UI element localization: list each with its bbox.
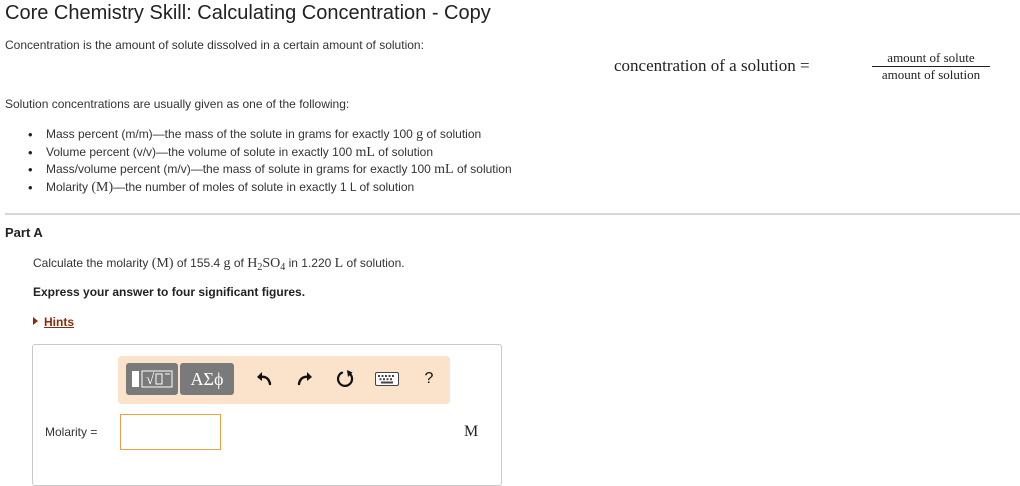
formula-denominator: amount of solution — [881, 67, 981, 82]
undo-button[interactable] — [251, 366, 277, 392]
undo-icon — [257, 372, 272, 386]
list-item: Mass/volume percent (m/v)—the mass of so… — [28, 161, 512, 179]
hints-link[interactable]: Hints — [44, 315, 74, 329]
reset-button[interactable] — [333, 366, 359, 392]
intro-text: Concentration is the amount of solute di… — [5, 38, 424, 52]
chemical-formula: H2SO4 — [247, 256, 286, 273]
part-heading: Part A — [5, 225, 43, 240]
answer-instruction: Express your answer to four significant … — [33, 285, 306, 299]
symbols-icon: ΑΣϕ — [190, 369, 224, 389]
list-item: Mass percent (m/m)—the mass of the solut… — [28, 126, 512, 144]
math-toolbar: √ ΑΣϕ ? — [118, 356, 450, 404]
symbols-button[interactable]: ΑΣϕ — [180, 363, 234, 395]
molarity-input[interactable] — [120, 414, 221, 450]
section-divider — [5, 213, 1020, 215]
formula-fraction: amount of solute amount of solution — [872, 50, 990, 83]
help-icon: ? — [424, 370, 434, 387]
page-title: Core Chemistry Skill: Calculating Concen… — [5, 2, 491, 24]
list-item: Volume percent (v/v)—the volume of solut… — [28, 144, 512, 162]
caret-right-icon — [33, 317, 38, 325]
list-item: Molarity (M)—the number of moles of solu… — [28, 179, 512, 197]
templates-icon: √ — [132, 370, 173, 388]
formula-lhs: concentration of a solution = — [614, 56, 810, 75]
hints-toggle[interactable]: Hints — [33, 315, 74, 329]
help-button[interactable]: ? — [416, 366, 442, 392]
concentration-types-list: Mass percent (m/m)—the mass of the solut… — [28, 126, 512, 197]
reset-icon — [336, 370, 354, 387]
templates-button[interactable]: √ — [126, 363, 178, 395]
question-text: Calculate the molarity (M) of 155.4 g of… — [33, 256, 405, 273]
svg-text:√: √ — [146, 372, 155, 388]
answer-unit: M — [464, 423, 479, 440]
redo-icon — [297, 372, 312, 386]
keyboard-button[interactable] — [374, 366, 400, 392]
keyboard-icon — [375, 372, 399, 386]
molarity-label: Molarity = — [45, 425, 98, 439]
formula-numerator: amount of solute — [872, 50, 990, 67]
list-intro: Solution concentrations are usually give… — [5, 97, 350, 111]
redo-button[interactable] — [292, 366, 318, 392]
